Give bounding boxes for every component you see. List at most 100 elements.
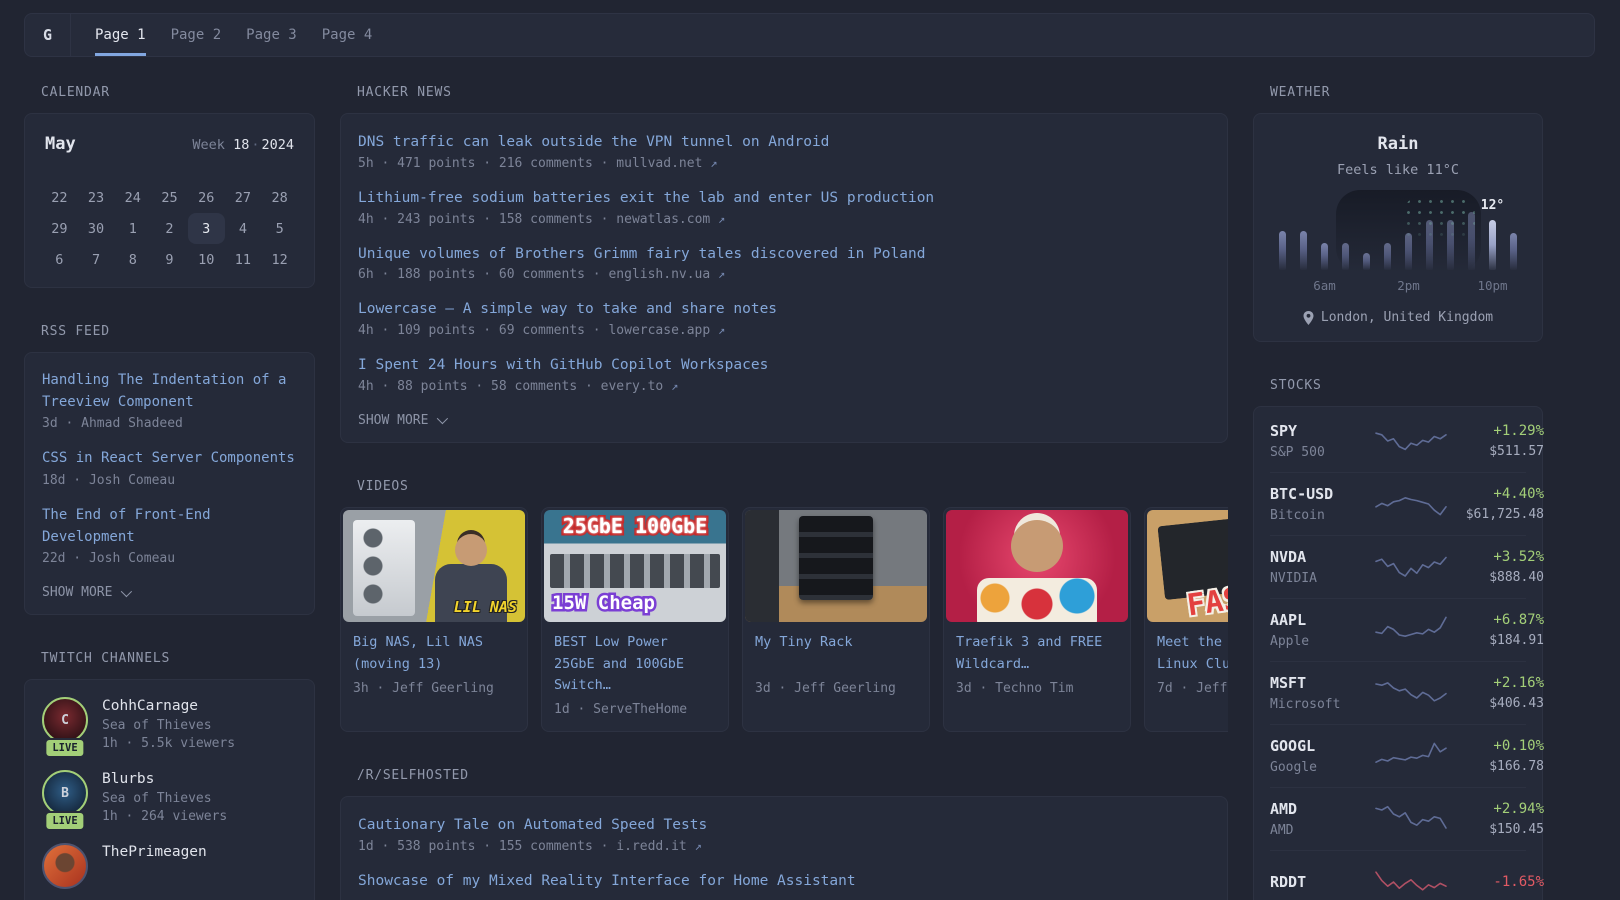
rss-article[interactable]: The End of Front-End Development 22d · J… [42,505,297,566]
video-thumbnail[interactable]: LIL NAS [343,510,525,622]
twitch-channel-meta: 1h · 264 viewers [102,809,227,824]
post[interactable]: Showcase of my Mixed Reality Interface f… [358,871,1210,893]
twitch-channel[interactable]: ThePrimeagen [42,843,297,889]
calendar-day[interactable]: 8 [114,244,151,275]
rss-article-title[interactable]: CSS in React Server Components [42,448,297,470]
post[interactable]: Lithium-free sodium batteries exit the l… [358,188,1210,227]
hackernews-show-more-button[interactable]: SHOW MORE [358,411,1210,428]
separator-dot: · [249,137,261,153]
calendar-day[interactable]: 26 [188,182,225,213]
rss-article-title[interactable]: The End of Front-End Development [42,505,297,548]
video-title[interactable]: BEST Low Power 25GbE and 100GbE Switch… [554,632,716,698]
post-domain[interactable]: mullvad.net [616,156,702,171]
post-title[interactable]: Lithium-free sodium batteries exit the l… [358,188,1210,210]
video-card[interactable]: My Tiny Rack 3d · Jeff Geerling [742,507,930,733]
calendar-day[interactable]: 28 [261,182,298,213]
stock-row[interactable]: NVDA NVIDIA +3.52% $888.40 [1270,535,1526,598]
calendar-day[interactable]: 29 [41,213,78,244]
stock-price: $166.78 [1448,759,1544,774]
stock-symbol[interactable]: NVDA [1270,548,1374,566]
post[interactable]: I Spent 24 Hours with GitHub Copilot Wor… [358,355,1210,394]
page-tab[interactable]: Page 2 [171,14,222,56]
post[interactable]: Unique volumes of Brothers Grimm fairy t… [358,244,1210,283]
page-tab[interactable]: Page 4 [322,14,373,56]
post-title[interactable]: Showcase of my Mixed Reality Interface f… [358,871,1210,893]
page-tab[interactable]: Page 3 [246,14,297,56]
video-title[interactable]: My Tiny Rack [755,632,917,676]
video-thumbnail[interactable]: FAS [1147,510,1228,622]
twitch-channel-name[interactable]: ThePrimeagen [102,844,207,860]
rss-article-title[interactable]: Handling The Indentation of a Treeview C… [42,370,297,413]
stock-row[interactable]: SPY S&P 500 +1.29% $511.57 [1270,409,1526,472]
external-link-icon: ↗ [718,267,725,281]
calendar-day[interactable]: 7 [78,244,115,275]
post-title[interactable]: Unique volumes of Brothers Grimm fairy t… [358,244,1210,266]
twitch-channel-name[interactable]: Blurbs [102,771,227,787]
stock-symbol[interactable]: AMD [1270,800,1374,818]
calendar-day[interactable]: 23 [78,182,115,213]
video-thumbnail[interactable]: 25GbE 100GbE15W Cheap [544,510,726,622]
video-card[interactable]: FAS Meet the fastest Linux Cluster… 7d ·… [1144,507,1228,733]
calendar-day[interactable]: 25 [151,182,188,213]
stock-symbol[interactable]: AAPL [1270,611,1374,629]
rss-article[interactable]: CSS in React Server Components 18d · Jos… [42,448,297,488]
weather-bar [1321,243,1328,270]
calendar-day[interactable]: 10 [188,244,225,275]
stock-row[interactable]: AMD AMD +2.94% $150.45 [1270,787,1526,850]
stock-row[interactable]: BTC-USD Bitcoin +4.40% $61,725.48 [1270,472,1526,535]
post[interactable]: Cautionary Tale on Automated Speed Tests… [358,815,1210,854]
post-domain[interactable]: every.to [601,379,664,394]
calendar-day[interactable]: 5 [261,213,298,244]
calendar-day[interactable]: 24 [114,182,151,213]
stock-symbol[interactable]: GOOGL [1270,737,1374,755]
stock-row[interactable]: GOOGL Google +0.10% $166.78 [1270,724,1526,787]
stock-symbol[interactable]: RDDT [1270,873,1374,891]
post-domain[interactable]: newatlas.com [616,212,710,227]
video-title[interactable]: Traefik 3 and FREE Wildcard… [956,632,1118,676]
calendar-day[interactable]: 11 [225,244,262,275]
video-title[interactable]: Big NAS, Lil NAS (moving 13) [353,632,515,676]
video-title[interactable]: Meet the fastest Linux Cluster… [1157,632,1228,676]
stock-symbol[interactable]: MSFT [1270,674,1374,692]
video-card[interactable]: 25GbE 100GbE15W Cheap BEST Low Power 25G… [541,507,729,733]
post-title[interactable]: Lowercase – A simple way to take and sha… [358,299,1210,321]
video-card[interactable]: Traefik 3 and FREE Wildcard… 3d · Techno… [943,507,1131,733]
calendar-day[interactable]: 2 [151,213,188,244]
stock-row[interactable]: RDDT -1.65% [1270,850,1526,900]
stock-symbol[interactable]: BTC-USD [1270,485,1374,503]
video-card[interactable]: LIL NAS Big NAS, Lil NAS (moving 13) 3h … [340,507,528,733]
calendar-day[interactable]: 30 [78,213,115,244]
post-domain[interactable]: lowercase.app [608,323,710,338]
page-tab[interactable]: Page 1 [95,14,146,56]
stock-row[interactable]: MSFT Microsoft +2.16% $406.43 [1270,661,1526,724]
rss-show-more-button[interactable]: SHOW MORE [42,583,297,600]
twitch-channel[interactable]: B LIVE Blurbs Sea of Thieves 1h · 264 vi… [42,770,297,824]
calendar-day[interactable]: 4 [225,213,262,244]
calendar-day-number: 26 [198,190,214,206]
stock-symbol[interactable]: SPY [1270,422,1374,440]
video-thumbnail[interactable] [745,510,927,622]
stock-row[interactable]: AAPL Apple +6.87% $184.91 [1270,598,1526,661]
post-title[interactable]: I Spent 24 Hours with GitHub Copilot Wor… [358,355,1210,377]
calendar-day[interactable]: 9 [151,244,188,275]
calendar-day[interactable]: 27 [225,182,262,213]
video-thumbnail[interactable] [946,510,1128,622]
post[interactable]: DNS traffic can leak outside the VPN tun… [358,132,1210,171]
calendar-day[interactable]: 6 [41,244,78,275]
stock-sparkline [1374,739,1448,773]
thumbnail-art [550,554,720,588]
post-title[interactable]: Cautionary Tale on Automated Speed Tests [358,815,1210,837]
calendar-day[interactable]: 1 [114,213,151,244]
post-title[interactable]: DNS traffic can leak outside the VPN tun… [358,132,1210,154]
calendar-day[interactable]: 22 [41,182,78,213]
show-more-label: SHOW MORE [42,585,112,600]
twitch-channel[interactable]: C LIVE CohhCarnage Sea of Thieves 1h · 5… [42,697,297,751]
post-domain[interactable]: i.redd.it [616,839,686,854]
post-domain[interactable]: english.nv.ua [608,267,710,282]
calendar-day[interactable]: 12 [261,244,298,275]
rss-article[interactable]: Handling The Indentation of a Treeview C… [42,370,297,431]
page-tab-label: Page 2 [171,27,222,43]
post[interactable]: Lowercase – A simple way to take and sha… [358,299,1210,338]
twitch-channel-name[interactable]: CohhCarnage [102,698,235,714]
calendar-day[interactable]: 3 [188,213,225,244]
